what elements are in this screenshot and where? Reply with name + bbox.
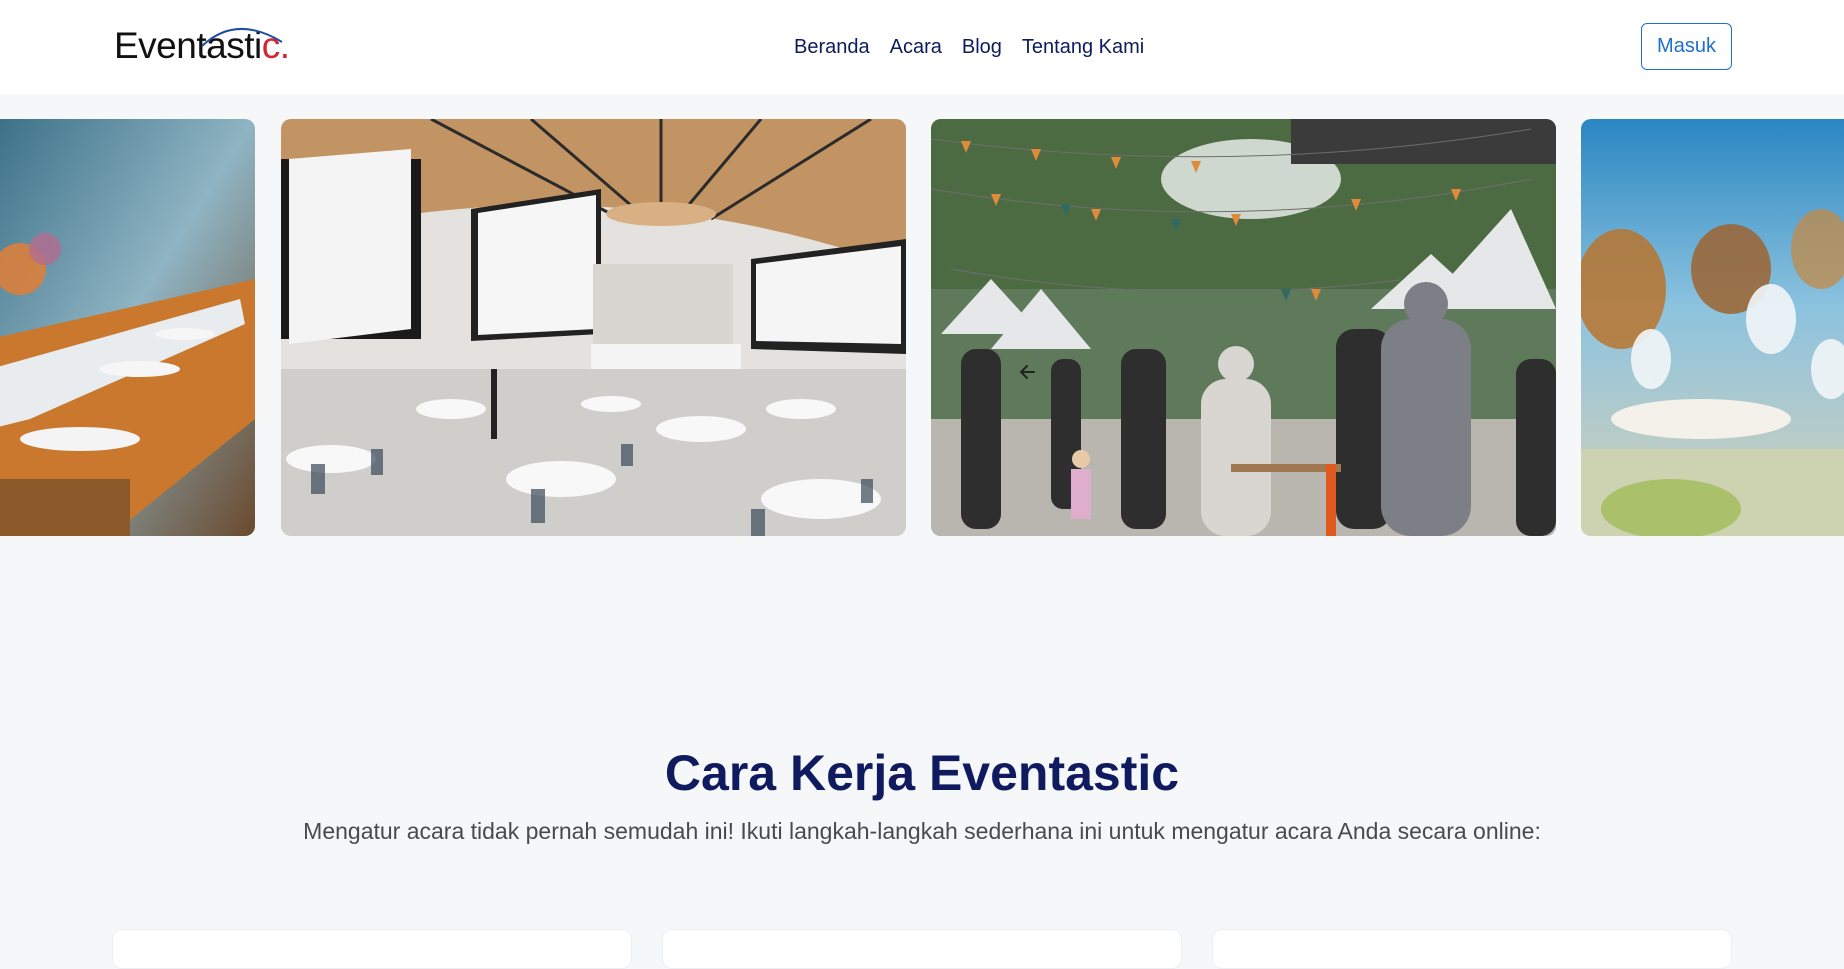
banquet-glasses-photo — [1581, 119, 1844, 536]
step-card — [1212, 929, 1732, 969]
carousel-slide-banquet[interactable] — [0, 119, 255, 536]
outdoor-market-festival-photo — [931, 119, 1556, 536]
section-title: Cara Kerja Eventastic — [664, 745, 1180, 801]
logo-arc-icon — [201, 28, 283, 47]
step-card — [662, 929, 1182, 969]
arrow-left-icon — [1020, 365, 1035, 379]
nav-link-blog[interactable]: Blog — [962, 36, 1002, 59]
top-navbar: Eventastic. Beranda Acara Blog Tentang K… — [0, 0, 1844, 94]
banquet-table-photo — [0, 119, 255, 536]
login-button[interactable]: Masuk — [1641, 23, 1732, 70]
nav-link-tentang-kami[interactable]: Tentang Kami — [1022, 36, 1144, 59]
brand-logo[interactable]: Eventastic. — [114, 25, 290, 67]
step-card — [112, 929, 632, 969]
main-nav: Beranda Acara Blog Tentang Kami — [794, 36, 1144, 59]
carousel-slide-festival[interactable] — [931, 119, 1556, 536]
conference-hall-photo — [281, 119, 906, 536]
nav-link-beranda[interactable]: Beranda — [794, 36, 870, 59]
carousel-prev-button[interactable] — [1014, 358, 1042, 386]
section-subtitle: Mengatur acara tidak pernah semudah ini!… — [303, 818, 1541, 844]
carousel-slide-glasses[interactable] — [1581, 119, 1844, 536]
carousel-slide-conference[interactable] — [281, 119, 906, 536]
nav-link-acara[interactable]: Acara — [890, 36, 942, 59]
